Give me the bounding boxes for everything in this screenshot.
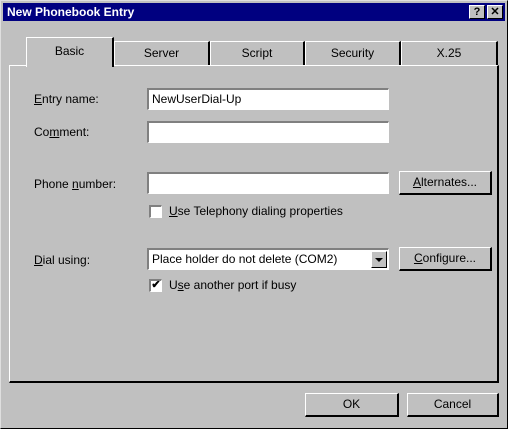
- telephony-checkbox[interactable]: [149, 205, 162, 218]
- comment-label: Comment:: [34, 125, 90, 139]
- title-bar[interactable]: New Phonebook Entry ? ✕: [3, 3, 505, 21]
- ok-button[interactable]: OK: [305, 393, 399, 417]
- tab-panel-basic: Entry name: NewUserDial-Up Comment: Phon…: [9, 65, 499, 383]
- entry-name-input[interactable]: NewUserDial-Up: [147, 88, 389, 110]
- dial-using-select[interactable]: Place holder do not delete (COM2): [147, 248, 389, 270]
- telephony-checkbox-label[interactable]: Use Telephony dialing properties: [169, 204, 343, 218]
- comment-input[interactable]: [147, 121, 389, 143]
- tab-basic[interactable]: Basic: [26, 37, 114, 67]
- tab-security[interactable]: Security: [305, 41, 401, 65]
- phone-number-input[interactable]: [147, 172, 389, 194]
- dial-using-label: Dial using:: [34, 253, 91, 267]
- configure-button[interactable]: Configure...: [399, 247, 492, 271]
- cancel-button[interactable]: Cancel: [407, 393, 499, 417]
- alternates-button[interactable]: Alternates...: [399, 171, 492, 195]
- chevron-down-icon[interactable]: [371, 251, 387, 268]
- dial-using-value: Place holder do not delete (COM2): [152, 252, 338, 266]
- check-mark-icon: ✔: [151, 279, 161, 291]
- help-button[interactable]: ?: [469, 5, 485, 19]
- another-port-checkbox[interactable]: ✔: [149, 279, 162, 292]
- phonebook-dialog: New Phonebook Entry ? ✕ Basic Server Scr…: [0, 0, 508, 429]
- phone-number-label: Phone number:: [34, 177, 117, 191]
- tab-script[interactable]: Script: [210, 41, 305, 65]
- entry-name-label: Entry name:: [34, 92, 99, 106]
- window-title: New Phonebook Entry: [7, 5, 135, 19]
- tab-server[interactable]: Server: [114, 41, 210, 65]
- another-port-checkbox-label[interactable]: Use another port if busy: [169, 278, 296, 292]
- tab-x25[interactable]: X.25: [401, 41, 498, 65]
- close-icon[interactable]: ✕: [487, 5, 503, 19]
